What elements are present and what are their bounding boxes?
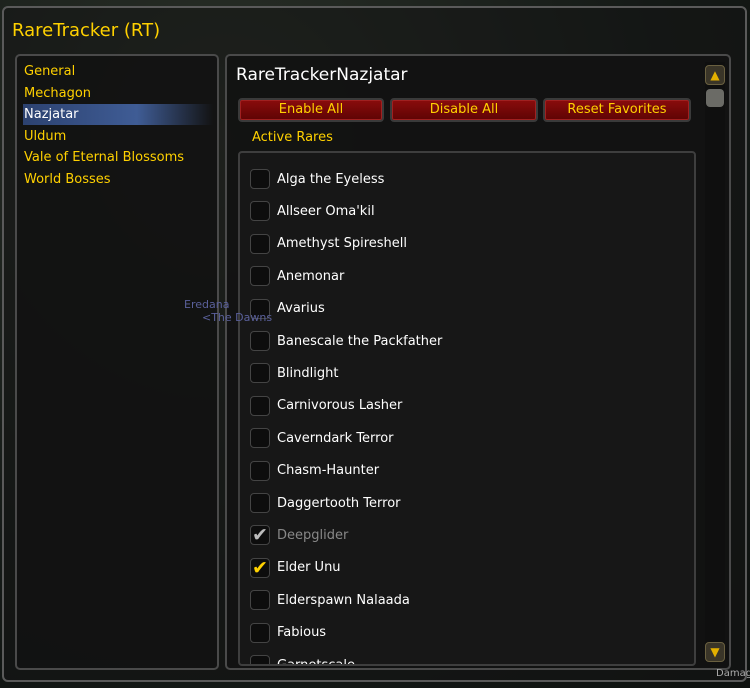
rare-row[interactable]: Banescale the Packfather bbox=[250, 330, 442, 352]
rare-row[interactable]: Anemonar bbox=[250, 265, 344, 287]
background-corner-text: Damag bbox=[716, 668, 750, 679]
checkmark-icon: ✔ bbox=[252, 556, 268, 579]
checkbox[interactable] bbox=[250, 331, 270, 351]
rare-label: Allseer Oma'kil bbox=[277, 203, 375, 219]
scrollbar[interactable]: ▲ ▼ bbox=[705, 62, 725, 662]
checkbox[interactable] bbox=[250, 428, 270, 449]
rare-label: Daggertooth Terror bbox=[277, 495, 401, 511]
rare-label: Elder Unu bbox=[277, 560, 341, 576]
checkbox[interactable] bbox=[250, 201, 270, 222]
rare-row[interactable]: Caverndark Terror bbox=[250, 427, 394, 449]
checkbox[interactable] bbox=[250, 233, 270, 254]
rare-row[interactable]: ✔ Elder Unu bbox=[250, 557, 341, 579]
rare-label: Deepglider bbox=[277, 527, 349, 543]
checkbox[interactable] bbox=[250, 363, 270, 384]
rare-row[interactable]: Garnetscale bbox=[250, 654, 355, 666]
options-panel: RareTrackerNazjatar Enable All Disable A… bbox=[225, 54, 731, 670]
rare-label: Avarius bbox=[277, 301, 325, 317]
checkbox[interactable] bbox=[250, 622, 270, 643]
checkbox[interactable]: ✔ bbox=[250, 524, 270, 547]
rare-row[interactable]: Amethyst Spireshell bbox=[250, 233, 407, 255]
rare-label: Anemonar bbox=[277, 268, 345, 284]
scroll-thumb[interactable] bbox=[706, 89, 724, 107]
reset-favorites-button[interactable]: Reset Favorites bbox=[543, 98, 691, 122]
scroll-down-icon[interactable]: ▼ bbox=[705, 642, 725, 662]
rare-label: Elderspawn Nalaada bbox=[277, 592, 410, 608]
rare-label: Blindlight bbox=[277, 365, 339, 381]
nav-item-nazjatar[interactable]: Nazjatar bbox=[23, 104, 213, 126]
rare-label: Carnivorous Lasher bbox=[277, 398, 403, 414]
rare-label: Caverndark Terror bbox=[277, 430, 394, 446]
rare-label: Garnetscale bbox=[277, 657, 355, 666]
background-npc-name: Eredana bbox=[184, 298, 230, 311]
nav-item-vale-of-eternal-blossoms[interactable]: Vale of Eternal Blossoms bbox=[23, 147, 213, 168]
panel-title: RareTrackerNazjatar bbox=[236, 65, 408, 85]
rares-list: Alga the Eyeless Allseer Oma'kil Amethyst … bbox=[238, 151, 696, 666]
rare-row[interactable]: Chasm-Haunter bbox=[250, 460, 379, 482]
checkbox[interactable]: ✔ bbox=[250, 556, 270, 579]
scroll-up-icon[interactable]: ▲ bbox=[705, 65, 725, 85]
checkmark-icon: ✔ bbox=[252, 524, 268, 547]
background-npc-subtitle: <The Dawns bbox=[202, 311, 273, 324]
category-list: General Mechagon Nazjatar Uldum Vale of Eter… bbox=[15, 54, 219, 670]
rare-row[interactable]: Alga the Eyeless bbox=[250, 168, 384, 190]
nav-item-general[interactable]: General bbox=[23, 61, 213, 82]
rare-row[interactable]: Daggertooth Terror bbox=[250, 492, 401, 514]
checkbox[interactable] bbox=[250, 655, 270, 664]
nav-item-uldum[interactable]: Uldum bbox=[23, 126, 213, 147]
checkbox[interactable] bbox=[250, 169, 270, 189]
checkbox[interactable] bbox=[250, 395, 270, 416]
rare-label: Banescale the Packfather bbox=[277, 333, 443, 349]
nav-item-mechagon[interactable]: Mechagon bbox=[23, 83, 213, 104]
rare-label: Amethyst Spireshell bbox=[277, 236, 407, 252]
section-label: Active Rares bbox=[252, 130, 333, 145]
rare-row[interactable]: Elderspawn Nalaada bbox=[250, 589, 410, 611]
rare-label: Chasm-Haunter bbox=[277, 463, 380, 479]
rare-row[interactable]: Allseer Oma'kil bbox=[250, 200, 375, 222]
checkbox[interactable] bbox=[250, 460, 270, 481]
rare-label: Alga the Eyeless bbox=[277, 171, 385, 187]
checkbox[interactable] bbox=[250, 266, 270, 287]
rare-row[interactable]: Fabious bbox=[250, 622, 326, 644]
enable-all-button[interactable]: Enable All bbox=[238, 98, 384, 122]
nav-item-world-bosses[interactable]: World Bosses bbox=[23, 169, 213, 190]
checkbox[interactable] bbox=[250, 590, 270, 611]
rare-row[interactable]: ✔ Deepglider bbox=[250, 524, 348, 546]
window-title: RareTracker (RT) bbox=[12, 20, 161, 41]
rare-row[interactable]: Carnivorous Lasher bbox=[250, 395, 402, 417]
checkbox[interactable] bbox=[250, 493, 270, 513]
rare-row[interactable]: Blindlight bbox=[250, 362, 338, 384]
rare-label: Fabious bbox=[277, 625, 327, 641]
disable-all-button[interactable]: Disable All bbox=[390, 98, 538, 122]
